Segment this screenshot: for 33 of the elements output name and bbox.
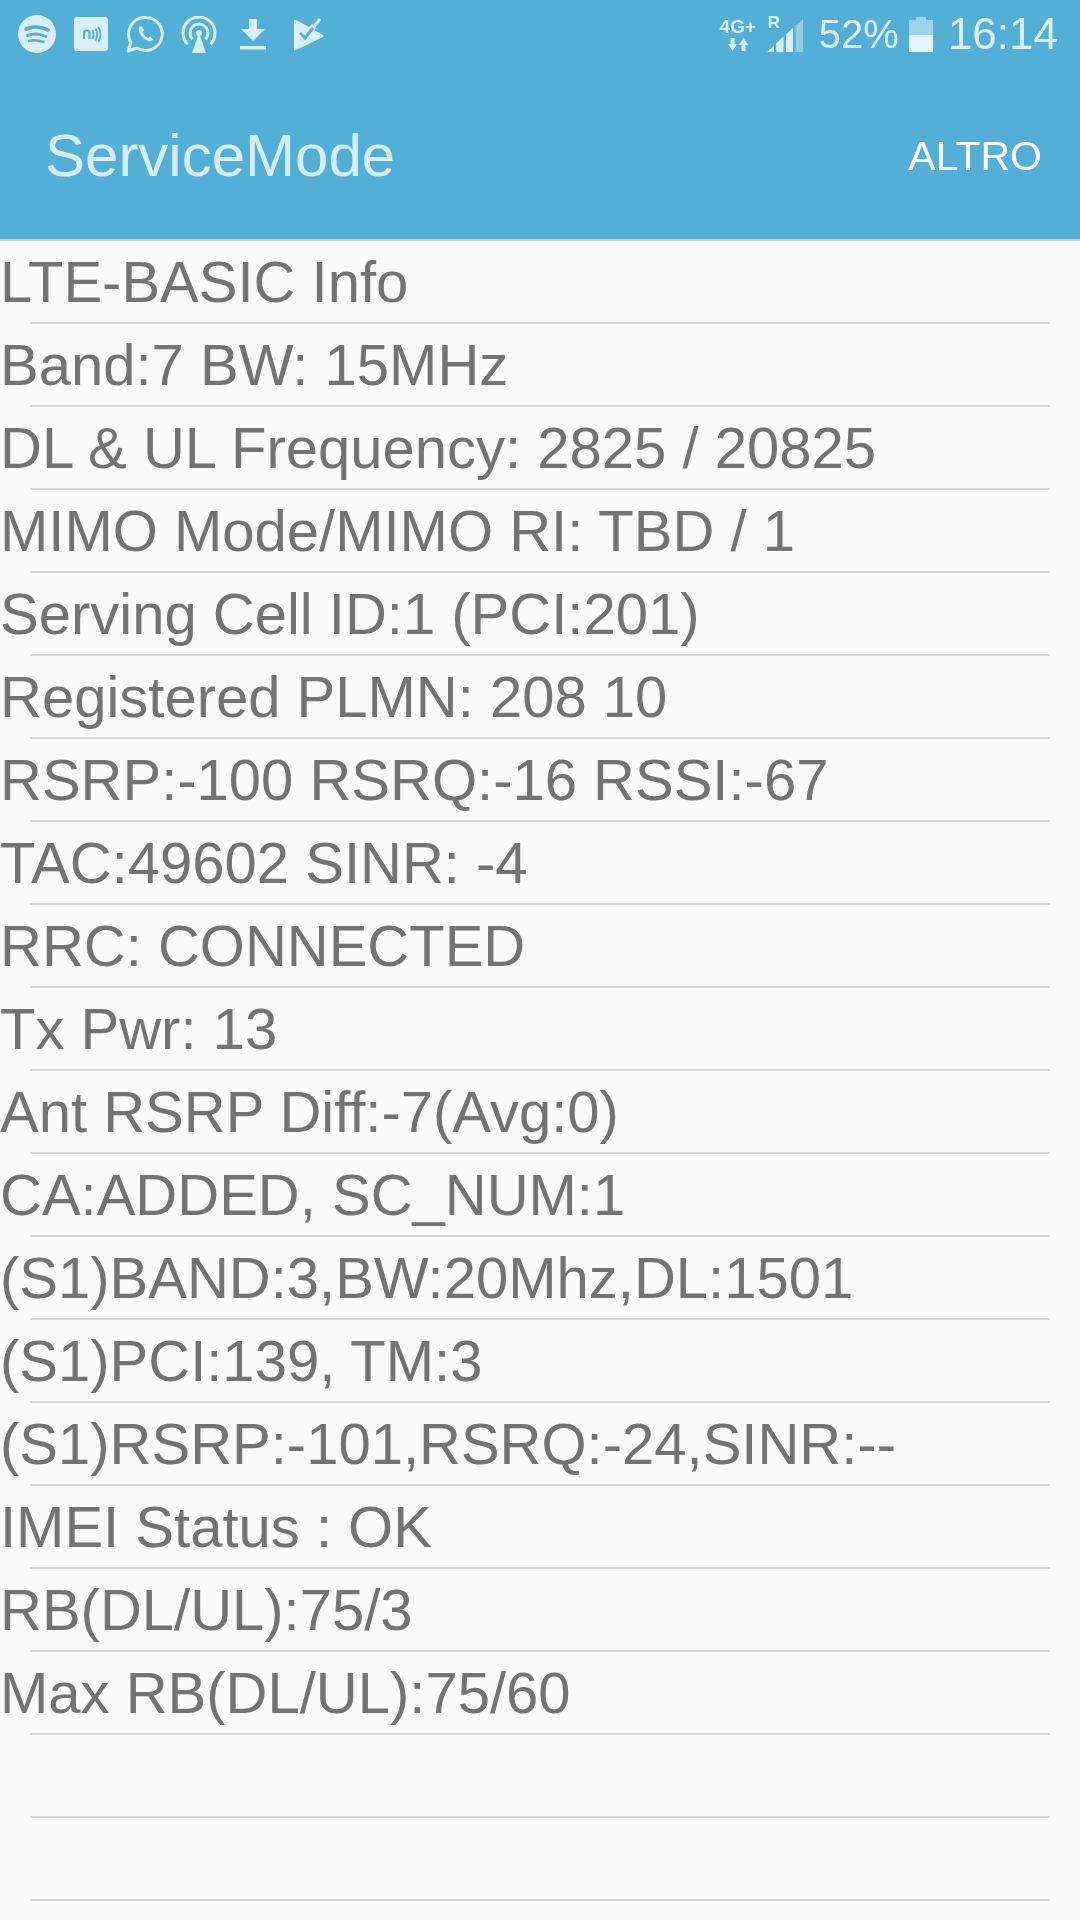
info-line: RB(DL/UL):75/3: [0, 1576, 413, 1643]
download-icon: [240, 18, 266, 50]
roaming-label: R: [767, 15, 781, 31]
info-line: Registered PLMN: 208 10: [0, 663, 668, 730]
info-line: Max RB(DL/UL):75/60: [0, 1659, 571, 1726]
broadcast-tower-icon: [181, 15, 217, 53]
info-line: TAC:49602 SINR: -4: [0, 829, 528, 896]
info-line: Tx Pwr: 13: [0, 995, 278, 1062]
info-line: (S1)RSRP:-101,RSRQ:-24,SINR:--: [0, 1410, 896, 1477]
network-type-label: 4G+: [719, 17, 757, 35]
nfc-icon: [74, 17, 108, 51]
info-line: CA:ADDED, SC_NUM:1: [0, 1161, 626, 1228]
info-line: (S1)PCI:139, TM:3: [0, 1327, 483, 1394]
clock-time: 16:14: [947, 9, 1058, 59]
circle-sound-waves-icon: [18, 15, 56, 53]
app-title: ServiceMode: [45, 120, 396, 191]
info-line: RSRP:-100 RSRQ:-16 RSSI:-67: [0, 746, 829, 813]
info-line: RRC: CONNECTED: [0, 912, 526, 979]
chat-bubble-phone-icon: [126, 15, 164, 53]
play-check-icon: [293, 17, 324, 51]
battery-percent: 52%: [818, 11, 899, 57]
signal-icon: [766, 18, 804, 52]
more-menu-button[interactable]: ALTRO: [908, 131, 1042, 180]
info-line: Band:7 BW: 15MHz: [0, 331, 509, 398]
info-line: DL & UL Frequency: 2825 / 20825: [0, 414, 876, 481]
info-line: MIMO Mode/MIMO RI: TBD / 1: [0, 497, 795, 564]
info-line: (S1)BAND:3,BW:20Mhz,DL:1501: [0, 1244, 854, 1311]
info-line: LTE-BASIC Info: [0, 248, 409, 315]
info-line: IMEI Status : OK: [0, 1493, 432, 1560]
info-line: Serving Cell ID:1 (PCI:201): [0, 580, 700, 647]
data-arrows-icon: [727, 37, 748, 51]
info-line: Ant RSRP Diff:-7(Avg:0): [0, 1078, 619, 1145]
battery-icon: [908, 16, 933, 52]
